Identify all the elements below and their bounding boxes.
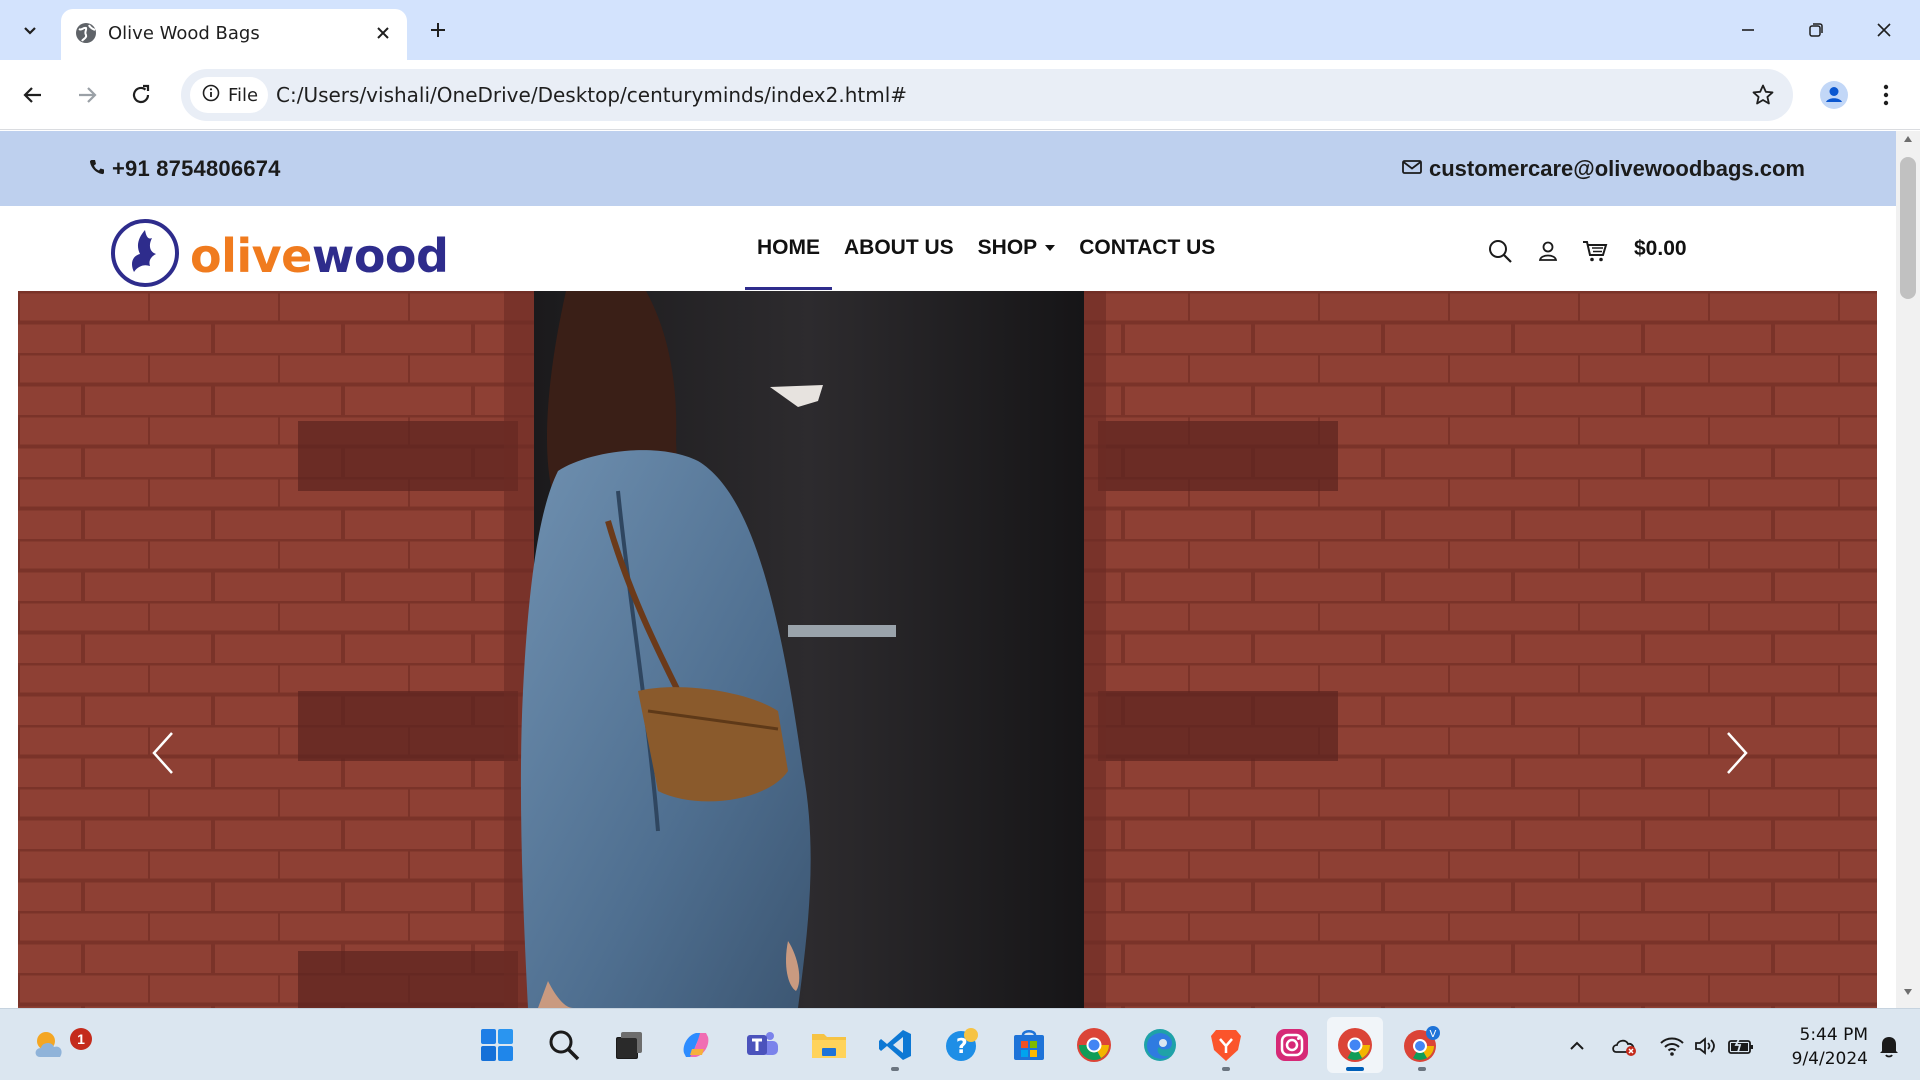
onedrive-error-icon[interactable] bbox=[1610, 1031, 1640, 1061]
nav-home[interactable]: HOME bbox=[745, 206, 832, 290]
scroll-thumb[interactable] bbox=[1900, 157, 1916, 299]
address-bar[interactable]: File C:/Users/vishali/OneDrive/Desktop/c… bbox=[181, 69, 1793, 121]
browser-tab-active[interactable]: Olive Wood Bags bbox=[61, 9, 407, 60]
carousel-prev-icon[interactable] bbox=[143, 723, 183, 783]
running-indicator bbox=[1222, 1067, 1230, 1071]
svg-text:?: ? bbox=[956, 1034, 968, 1058]
cart-total[interactable]: $0.00 bbox=[1634, 237, 1687, 261]
wifi-icon[interactable] bbox=[1657, 1031, 1687, 1061]
minimize-icon[interactable] bbox=[1720, 8, 1776, 52]
caret-down-icon bbox=[1045, 245, 1056, 251]
clock-date: 9/4/2024 bbox=[1791, 1049, 1868, 1069]
logo-olive-text: olive bbox=[190, 228, 312, 283]
nav-shop[interactable]: SHOP bbox=[966, 206, 1068, 290]
nav-about-label: ABOUT US bbox=[844, 236, 954, 259]
tab-search-chevron-icon[interactable] bbox=[12, 12, 48, 48]
chrome-icon[interactable] bbox=[1066, 1017, 1122, 1073]
envelope-icon bbox=[1401, 156, 1423, 182]
reload-icon[interactable] bbox=[121, 75, 161, 115]
notification-bell-icon[interactable] bbox=[1874, 1031, 1904, 1061]
scroll-up-arrow-icon[interactable] bbox=[1896, 135, 1920, 151]
kebab-menu-icon[interactable] bbox=[1866, 75, 1906, 115]
site-chip-label: File bbox=[228, 84, 259, 106]
forward-arrow-icon[interactable] bbox=[67, 75, 107, 115]
bookmark-star-icon[interactable] bbox=[1749, 81, 1777, 109]
task-view-icon[interactable] bbox=[601, 1017, 657, 1073]
copilot-icon[interactable] bbox=[668, 1017, 724, 1073]
scroll-down-arrow-icon[interactable] bbox=[1896, 988, 1920, 1004]
globe-icon bbox=[74, 21, 98, 45]
info-icon bbox=[202, 84, 220, 107]
logo-wood-text: wood bbox=[311, 228, 449, 283]
chrome-active-window-icon[interactable] bbox=[1327, 1017, 1383, 1073]
search-icon[interactable] bbox=[1485, 236, 1515, 266]
shopping-cart-icon[interactable] bbox=[1580, 236, 1610, 266]
new-tab-button[interactable] bbox=[420, 12, 456, 48]
svg-text:V: V bbox=[1430, 1029, 1437, 1040]
chrome-profile-v-icon[interactable]: V bbox=[1394, 1017, 1450, 1073]
volume-icon[interactable] bbox=[1691, 1031, 1721, 1061]
site-header: olivewood HOME ABOUT US SHOP CONTACT US … bbox=[0, 206, 1896, 290]
tab-close-icon[interactable] bbox=[369, 19, 397, 47]
weather-widget-icon[interactable]: 1 bbox=[22, 1017, 92, 1073]
page-scrollbar[interactable] bbox=[1896, 131, 1920, 1008]
teams-icon[interactable] bbox=[734, 1017, 790, 1073]
nav-home-label: HOME bbox=[757, 236, 820, 259]
nav-contact-label: CONTACT US bbox=[1079, 236, 1216, 259]
logo-wordmark: olivewood bbox=[190, 233, 449, 279]
brave-icon[interactable] bbox=[1198, 1017, 1254, 1073]
phone-icon bbox=[88, 156, 106, 182]
carousel-next-icon[interactable] bbox=[1717, 723, 1757, 783]
nav-contact-us[interactable]: CONTACT US bbox=[1067, 206, 1227, 290]
restore-icon[interactable] bbox=[1788, 8, 1844, 52]
taskbar-search-icon[interactable] bbox=[536, 1017, 592, 1073]
notification-count-badge: 1 bbox=[70, 1028, 92, 1050]
site-logo[interactable]: olivewood bbox=[110, 218, 449, 293]
running-indicator bbox=[891, 1067, 899, 1071]
hero-image bbox=[18, 291, 1877, 1008]
windows-taskbar: 1 ? V 5:44 PM 9/4/2024 bbox=[0, 1008, 1920, 1080]
tab-title: Olive Wood Bags bbox=[108, 23, 260, 44]
site-info-chip[interactable]: File bbox=[190, 77, 268, 113]
profile-avatar-icon[interactable] bbox=[1814, 75, 1854, 115]
url-text[interactable]: C:/Users/vishali/OneDrive/Desktop/centur… bbox=[276, 83, 907, 107]
nav-shop-label: SHOP bbox=[977, 236, 1038, 259]
instagram-icon[interactable] bbox=[1264, 1017, 1320, 1073]
user-account-icon[interactable] bbox=[1533, 236, 1563, 266]
main-nav: HOME ABOUT US SHOP CONTACT US bbox=[745, 206, 1227, 290]
vscode-icon[interactable] bbox=[867, 1017, 923, 1073]
nav-about-us[interactable]: ABOUT US bbox=[832, 206, 966, 290]
browser-tab-strip: Olive Wood Bags bbox=[0, 0, 1920, 60]
battery-charging-icon[interactable] bbox=[1726, 1031, 1756, 1061]
email-address: customercare@olivewoodbags.com bbox=[1428, 156, 1805, 181]
windows-start-icon[interactable] bbox=[469, 1017, 525, 1073]
phone-contact[interactable]: +91 8754806674 bbox=[88, 156, 281, 182]
phone-number: +91 8754806674 bbox=[112, 156, 281, 181]
back-arrow-icon[interactable] bbox=[13, 75, 53, 115]
get-help-icon[interactable]: ? bbox=[934, 1017, 990, 1073]
bird-logo-icon bbox=[110, 218, 180, 293]
email-contact[interactable]: customercare@olivewoodbags.com bbox=[1401, 156, 1805, 182]
clock-time: 5:44 PM bbox=[1799, 1025, 1869, 1045]
tray-chevron-up-icon[interactable] bbox=[1562, 1031, 1592, 1061]
close-window-icon[interactable] bbox=[1856, 8, 1912, 52]
hero-carousel bbox=[18, 291, 1877, 1008]
browser-toolbar: File C:/Users/vishali/OneDrive/Desktop/c… bbox=[0, 60, 1920, 130]
contact-topbar: +91 8754806674 customercare@olivewoodbag… bbox=[0, 131, 1896, 206]
system-clock[interactable]: 5:44 PM 9/4/2024 bbox=[1768, 1023, 1868, 1071]
edge-icon[interactable] bbox=[1132, 1017, 1188, 1073]
microsoft-store-icon[interactable] bbox=[1001, 1017, 1057, 1073]
active-indicator bbox=[1346, 1067, 1364, 1071]
running-indicator bbox=[1418, 1067, 1426, 1071]
file-explorer-icon[interactable] bbox=[801, 1017, 857, 1073]
page-viewport: +91 8754806674 customercare@olivewoodbag… bbox=[0, 131, 1896, 1008]
